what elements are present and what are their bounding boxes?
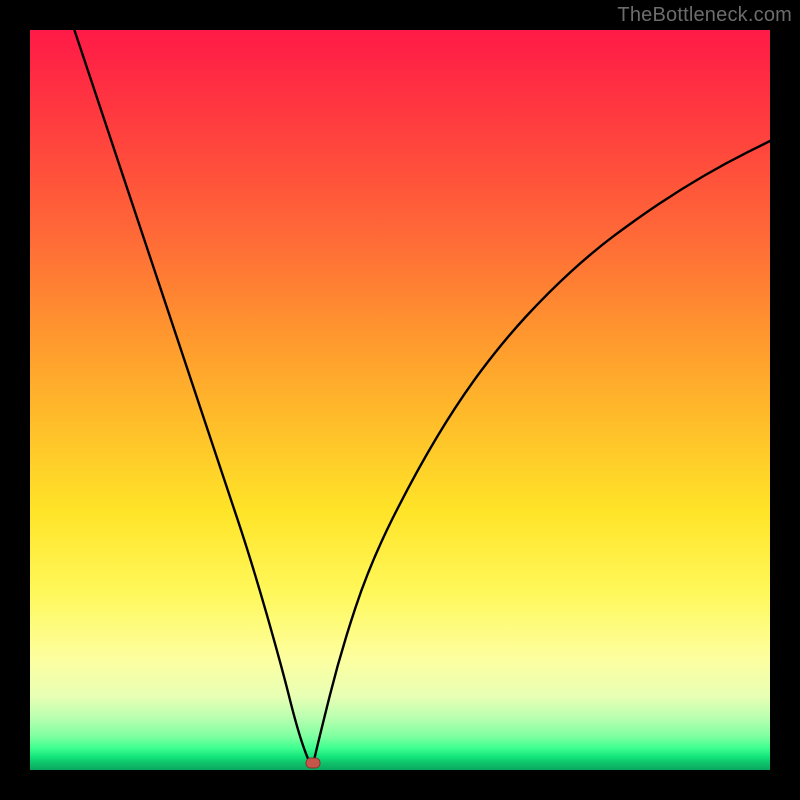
curve-svg	[30, 30, 770, 770]
minimum-marker	[305, 758, 320, 769]
chart-frame: TheBottleneck.com	[0, 0, 800, 800]
watermark-text: TheBottleneck.com	[617, 4, 792, 27]
bottleneck-curve	[74, 30, 770, 763]
plot-area	[30, 30, 770, 770]
